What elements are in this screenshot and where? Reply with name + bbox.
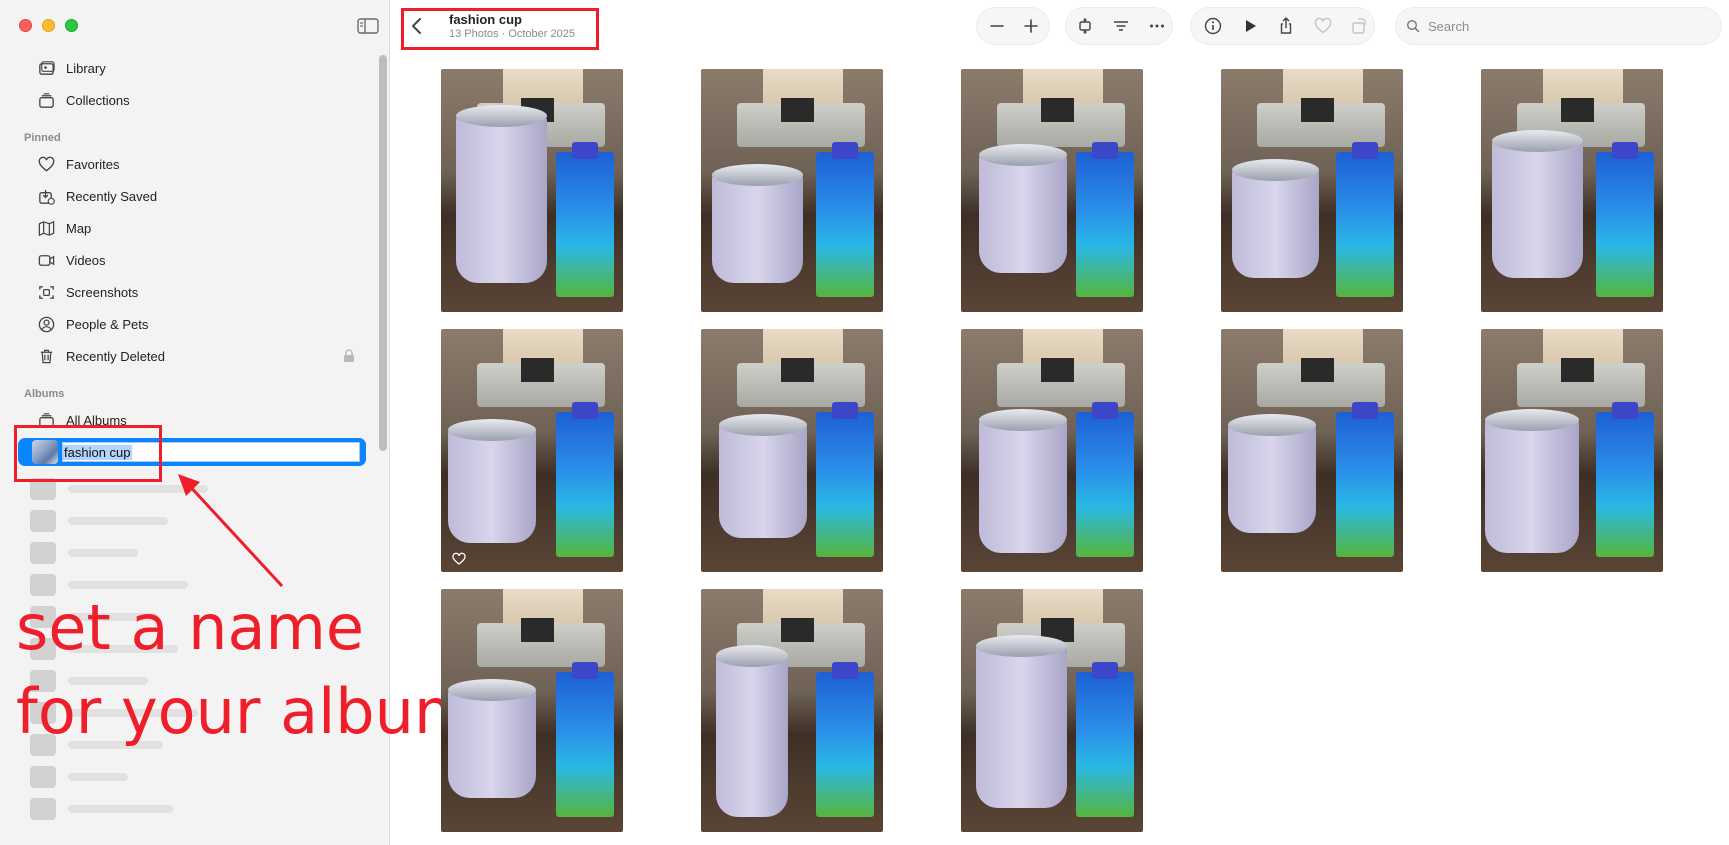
- sidebar-item-label: People & Pets: [66, 316, 149, 332]
- sidebar-item-videos[interactable]: Videos: [36, 246, 356, 274]
- zoom-out-button[interactable]: [987, 16, 1007, 36]
- zoom-in-button[interactable]: [1021, 16, 1041, 36]
- sidebar-item-library[interactable]: Library: [36, 54, 356, 82]
- recently-saved-icon: [36, 186, 56, 206]
- search-field[interactable]: [1396, 8, 1721, 44]
- photo-thumbnail[interactable]: [961, 589, 1143, 832]
- minus-icon: [990, 25, 1004, 27]
- photo-library-icon: [36, 58, 56, 78]
- sidebar-item-recently-deleted[interactable]: Recently Deleted: [36, 342, 356, 370]
- sidebar-item-recently-saved[interactable]: Recently Saved: [36, 182, 356, 210]
- minimize-window-button[interactable]: [42, 19, 55, 32]
- info-icon: [1204, 17, 1222, 35]
- photo-thumbnail[interactable]: [961, 329, 1143, 572]
- photo-thumbnail[interactable]: [701, 69, 883, 312]
- sidebar-item-label: Screenshots: [66, 284, 139, 300]
- annotation-box-album-name: [14, 425, 162, 482]
- sidebar-item-screenshots[interactable]: Screenshots: [36, 278, 356, 306]
- albums-section-label: Albums: [24, 388, 65, 400]
- heart-icon: [1314, 17, 1332, 34]
- favorite-button[interactable]: [1313, 16, 1333, 36]
- annotation-box-title: [401, 8, 599, 50]
- search-input[interactable]: [1428, 16, 1708, 36]
- aspect-ratio-button[interactable]: [1075, 16, 1095, 36]
- annotation-text-line2: for your album: [16, 675, 475, 748]
- sidebar-toggle-icon[interactable]: [357, 18, 379, 34]
- sidebar-scrollbar-thumb[interactable]: [379, 55, 387, 451]
- play-icon: [1246, 20, 1256, 32]
- fullscreen-window-button[interactable]: [65, 19, 78, 32]
- photo-thumbnail[interactable]: [701, 329, 883, 572]
- search-icon: [1406, 19, 1420, 33]
- sidebar-item-label: Recently Saved: [66, 188, 158, 204]
- sidebar-item-label: Collections: [66, 92, 130, 108]
- photo-thumbnail[interactable]: [701, 589, 883, 832]
- photo-thumbnail[interactable]: [961, 69, 1143, 312]
- photo-thumbnail[interactable]: [1481, 69, 1663, 312]
- window-controls: [19, 19, 78, 32]
- photo-thumbnail[interactable]: [1481, 329, 1663, 572]
- screenshot-icon: [36, 282, 56, 302]
- slideshow-button[interactable]: [1240, 16, 1260, 36]
- heart-icon: [36, 154, 56, 174]
- ellipsis-icon: [1150, 24, 1164, 28]
- trash-icon: [36, 346, 56, 366]
- info-button[interactable]: [1203, 16, 1223, 36]
- sidebar-item-label: Map: [66, 220, 92, 236]
- photo-thumbnail[interactable]: [1221, 69, 1403, 312]
- video-icon: [36, 250, 56, 270]
- close-window-button[interactable]: [19, 19, 32, 32]
- lock-icon: [343, 349, 355, 363]
- sidebar-item-label: Videos: [66, 252, 106, 268]
- photo-thumbnail[interactable]: [441, 329, 623, 572]
- annotation-arrow-icon: [178, 474, 284, 588]
- sidebar-item-favorites[interactable]: Favorites: [36, 150, 356, 178]
- map-icon: [36, 218, 56, 238]
- pinned-section-label: Pinned: [24, 132, 61, 144]
- sidebar-item-map[interactable]: Map: [36, 214, 356, 242]
- sidebar-item-label: Library: [66, 60, 106, 76]
- rotate-icon: [1352, 18, 1366, 34]
- sidebar-item-collections[interactable]: Collections: [36, 86, 356, 114]
- favorite-badge-icon: [452, 552, 466, 565]
- photo-thumbnail[interactable]: [1221, 329, 1403, 572]
- more-button[interactable]: [1147, 16, 1167, 36]
- filter-button[interactable]: [1111, 16, 1131, 36]
- sidebar-item-people-pets[interactable]: People & Pets: [36, 310, 356, 338]
- sidebar-item-label: Recently Deleted: [66, 348, 165, 364]
- share-button[interactable]: [1276, 16, 1296, 36]
- photo-thumbnail[interactable]: [441, 589, 623, 832]
- person-icon: [36, 314, 56, 334]
- photo-thumbnail[interactable]: [441, 69, 623, 312]
- filter-icon: [1114, 21, 1128, 31]
- collections-icon: [36, 90, 56, 110]
- aspect-ratio-icon: [1079, 18, 1091, 34]
- share-icon: [1280, 17, 1292, 34]
- rotate-button[interactable]: [1349, 16, 1369, 36]
- sidebar-item-label: Favorites: [66, 156, 120, 172]
- plus-icon: [1024, 19, 1038, 33]
- annotation-text-line1: set a name: [16, 591, 364, 664]
